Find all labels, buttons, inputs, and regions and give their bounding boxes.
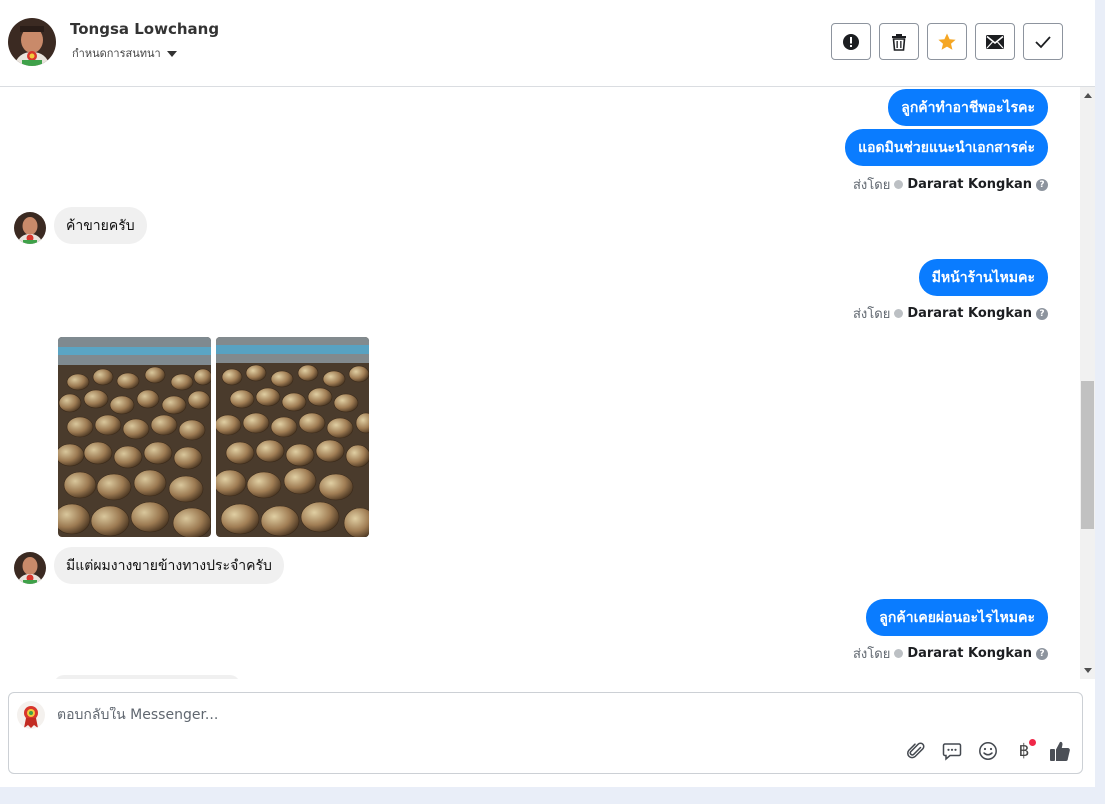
paperclip-icon (907, 742, 925, 759)
assign-conversation-label: กำหนดการสนทนา (72, 47, 161, 60)
attached-photo[interactable] (216, 337, 369, 537)
like-button[interactable] (1048, 739, 1072, 763)
check-icon (894, 180, 904, 189)
outgoing-message[interactable]: มีหน้าร้านไหมคะ (918, 259, 1048, 296)
conversation-header: Tongsa Lowchang กำหนดการสนทนา (0, 0, 1095, 87)
help-icon[interactable]: ? (1036, 647, 1048, 660)
sent-by-label: ส่งโดย Dararat Kongkan ? (853, 643, 1048, 664)
sent-by-prefix: ส่งโดย (852, 307, 891, 322)
mark-done-button[interactable] (1023, 23, 1063, 60)
outgoing-message[interactable]: แอดมินช่วยแนะนำเอกสารค่ะ (845, 129, 1048, 166)
delete-button[interactable] (879, 23, 919, 60)
attach-button[interactable] (904, 739, 928, 763)
mark-unread-button[interactable] (975, 23, 1015, 60)
outgoing-message[interactable]: ลูกค้าเคยผ่อนอะไรไหมคะ (866, 599, 1048, 636)
outgoing-message[interactable]: ลูกค้าทำอาชีพอะไรคะ (888, 89, 1048, 126)
scrollbar-thumb[interactable] (1081, 381, 1094, 529)
sent-by-label: ส่งโดย Dararat Kongkan ? (853, 303, 1048, 324)
check-icon (894, 309, 904, 318)
message-thread[interactable]: ลูกค้าทำอาชีพอะไรคะ แอดมินช่วยแนะนำเอกสา… (0, 87, 1080, 679)
incoming-message-partial (54, 675, 240, 679)
baht-icon: ฿ (1018, 741, 1030, 761)
incoming-message[interactable]: ค้าขายครับ (54, 207, 147, 244)
sent-by-prefix: ส่งโดย (852, 178, 891, 193)
alert-icon (843, 33, 859, 50)
composer-tools: ฿ (904, 739, 1072, 763)
sent-by-prefix: ส่งโดย (852, 647, 891, 662)
star-icon (938, 33, 956, 50)
sent-by-label: ส่งโดย Dararat Kongkan ? (853, 174, 1048, 195)
checkmark-icon (1035, 35, 1051, 48)
saved-replies-button[interactable] (940, 739, 964, 763)
agent-name[interactable]: Dararat Kongkan (907, 646, 1032, 661)
header-actions (831, 23, 1063, 60)
notification-dot (1029, 739, 1036, 746)
contact-avatar[interactable] (8, 18, 56, 66)
star-button[interactable] (927, 23, 967, 60)
caret-down-icon (166, 50, 177, 57)
help-icon[interactable]: ? (1036, 178, 1048, 191)
emoji-button[interactable] (976, 739, 1000, 763)
chat-bubble-icon (942, 743, 962, 761)
scroll-down-icon[interactable] (1084, 668, 1092, 673)
thumbs-up-icon (1050, 741, 1070, 761)
check-icon (894, 649, 904, 658)
help-icon[interactable]: ? (1036, 307, 1048, 320)
page-avatar (17, 701, 45, 729)
incoming-message[interactable]: มีแต่ผมงางขายข้างทางประจำครับ (54, 547, 284, 584)
payment-button[interactable]: ฿ (1012, 739, 1036, 763)
reply-composer: ฿ (8, 692, 1083, 774)
contact-avatar-small (14, 552, 46, 584)
thread-scrollbar[interactable] (1080, 87, 1095, 679)
trash-icon (892, 33, 906, 51)
contact-name: Tongsa Lowchang (70, 20, 220, 38)
attached-photo[interactable] (58, 337, 211, 537)
conversation-panel: Tongsa Lowchang กำหนดการสนทนา ลูกค้าทำอา… (0, 0, 1095, 787)
agent-name[interactable]: Dararat Kongkan (907, 306, 1032, 321)
agent-name[interactable]: Dararat Kongkan (907, 177, 1032, 192)
contact-avatar-small (14, 212, 46, 244)
reply-input[interactable] (57, 707, 857, 723)
envelope-icon (986, 34, 1004, 49)
mark-spam-button[interactable] (831, 23, 871, 60)
smiley-icon (979, 742, 997, 760)
scroll-up-icon[interactable] (1084, 93, 1092, 98)
assign-conversation-dropdown[interactable]: กำหนดการสนทนา (72, 44, 177, 62)
